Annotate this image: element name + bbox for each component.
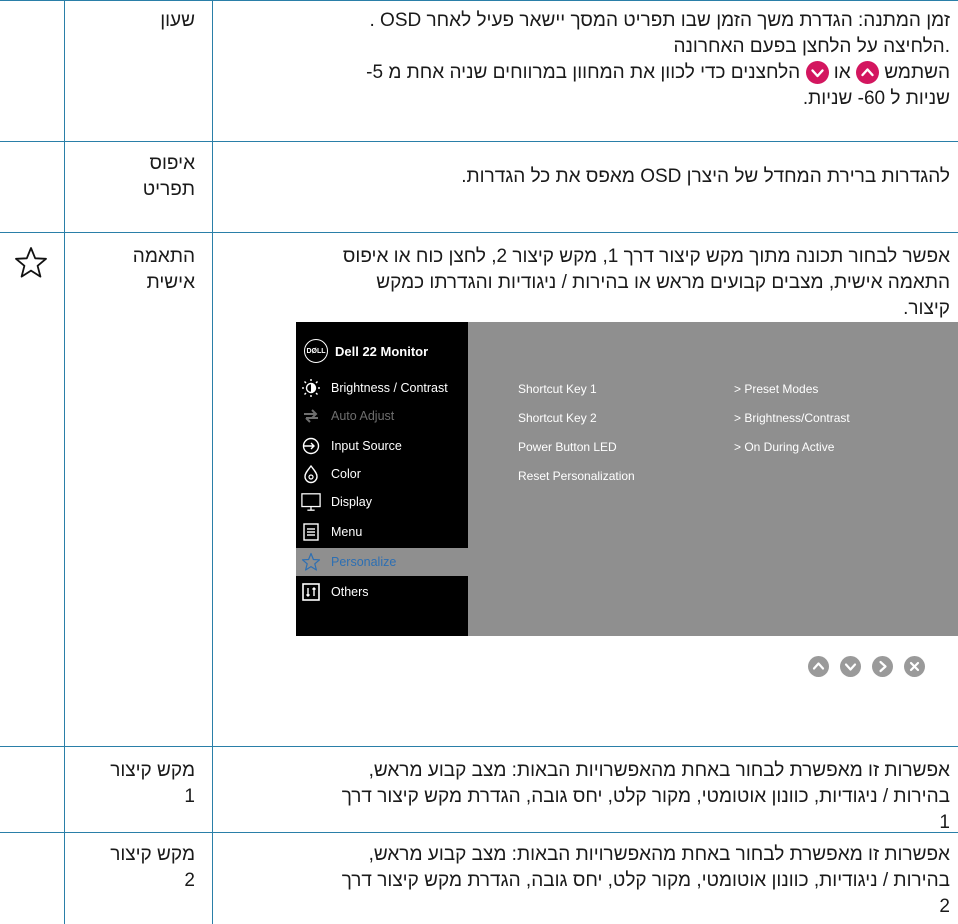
close-icon bbox=[904, 656, 925, 677]
down-button-icon bbox=[805, 61, 829, 85]
chevron-right-icon: > bbox=[734, 440, 745, 454]
display-icon bbox=[301, 492, 321, 512]
osd-menu-brightness: Brightness / Contrast bbox=[296, 374, 468, 402]
osd-title: DØLL Dell 22 Monitor bbox=[304, 338, 428, 364]
osd-menu-auto-adjust: Auto Adjust bbox=[296, 402, 468, 430]
osd-sub-value-1: > Preset Modes bbox=[734, 382, 819, 396]
row-text-timer: זמן המתנה: הגדרת משך הזמן שבו תפריט המסך… bbox=[220, 8, 950, 112]
osd-main-menu: DØLL Dell 22 Monitor Brightness / Contra… bbox=[296, 322, 468, 636]
row-label-shortcut-1: מקש קיצור 1 bbox=[110, 760, 195, 807]
osd-menu-image: DØLL Dell 22 Monitor Brightness / Contra… bbox=[296, 322, 958, 636]
osd-menu-others: Others bbox=[296, 578, 468, 606]
settings-table: שעון זמן המתנה: הגדרת משך הזמן שבו תפריט… bbox=[0, 0, 958, 924]
chevron-right-icon: > bbox=[734, 411, 745, 425]
text-line: שניות ל 60- שניות. bbox=[802, 88, 950, 109]
text-line: .הלחיצה על הלחצן בפעם האחרונה bbox=[673, 36, 950, 57]
osd-sub-power-led: Power Button LED bbox=[518, 440, 617, 454]
up-icon bbox=[808, 656, 829, 677]
osd-sub-reset: Reset Personalization bbox=[518, 469, 635, 483]
color-icon bbox=[301, 464, 321, 484]
osd-menu-input-source: Input Source bbox=[296, 432, 468, 460]
menu-icon bbox=[301, 522, 321, 542]
row-text-reset-menu: להגדרות ברירת המחדל של היצרן OSD מאפס את… bbox=[461, 166, 950, 187]
row-text-shortcut-2: אפשרות זו מאפשרת לבחור באחת מהאפשרויות ה… bbox=[341, 844, 950, 917]
row-label-personalize: התאמה אישית bbox=[132, 246, 195, 293]
input-source-icon bbox=[301, 436, 321, 456]
up-button-icon bbox=[855, 61, 879, 85]
osd-sub-value-2: > Brightness/Contrast bbox=[734, 411, 850, 425]
down-icon bbox=[840, 656, 861, 677]
osd-sub-shortcut-1: Shortcut Key 1 bbox=[518, 382, 597, 396]
dell-logo: DØLL bbox=[304, 339, 328, 363]
others-icon bbox=[301, 582, 321, 602]
row-label-timer: שעון bbox=[160, 10, 195, 31]
chevron-right-icon: > bbox=[734, 382, 745, 396]
text-line: זמן המתנה: הגדרת משך הזמן שבו תפריט המסך… bbox=[369, 10, 950, 31]
osd-sub-shortcut-2: Shortcut Key 2 bbox=[518, 411, 597, 425]
text-line-with-buttons: השתמש או הלחצנים כדי לכוון את המחוון במר… bbox=[366, 61, 950, 85]
row-label-reset-menu: איפוס תפריט bbox=[142, 153, 195, 200]
auto-adjust-icon bbox=[301, 406, 321, 426]
osd-menu-display: Display bbox=[296, 488, 468, 516]
row-text-personalize: אפשר לבחור תכונה מתוך מקש קיצור דרך 1, מ… bbox=[342, 246, 950, 319]
osd-menu-menu: Menu bbox=[296, 518, 468, 546]
row-text-shortcut-1: אפשרות זו מאפשרת לבחור באחת מהאפשרויות ה… bbox=[341, 760, 950, 833]
star-icon bbox=[14, 246, 48, 284]
osd-menu-color: Color bbox=[296, 460, 468, 488]
brightness-icon bbox=[301, 378, 321, 398]
osd-menu-personalize: Personalize bbox=[296, 548, 468, 576]
row-label-shortcut-2: מקש קיצור 2 bbox=[110, 844, 195, 891]
star-icon bbox=[301, 552, 321, 572]
osd-sub-value-3: > On During Active bbox=[734, 440, 835, 454]
right-icon bbox=[872, 656, 893, 677]
